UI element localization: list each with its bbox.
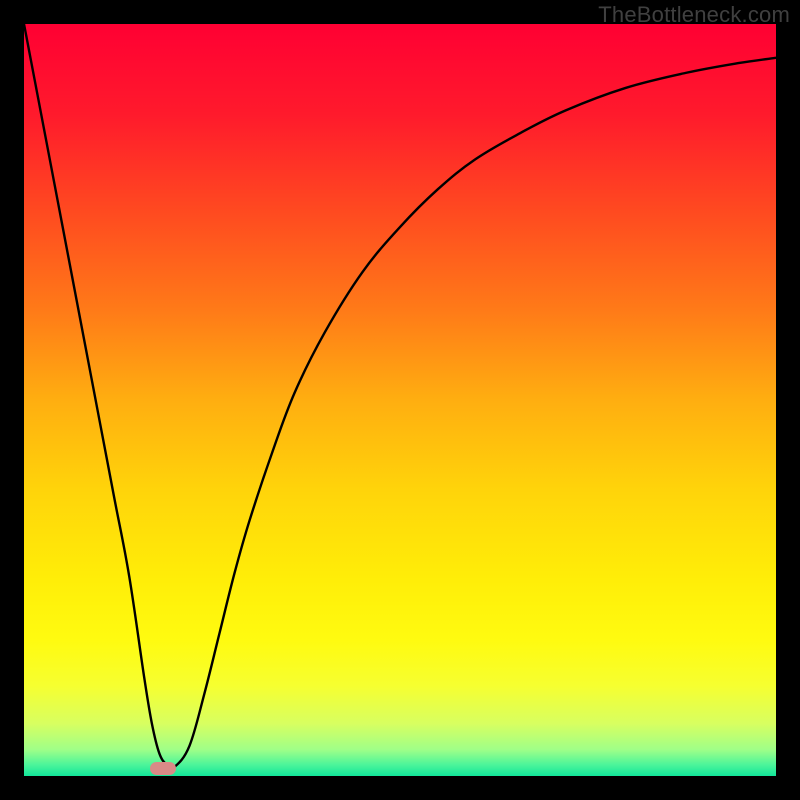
gradient-background [24, 24, 776, 776]
plot-area [24, 24, 776, 776]
chart-frame: TheBottleneck.com [0, 0, 800, 800]
watermark-text: TheBottleneck.com [598, 2, 790, 28]
chart-canvas [24, 24, 776, 776]
optimal-marker [150, 762, 176, 775]
